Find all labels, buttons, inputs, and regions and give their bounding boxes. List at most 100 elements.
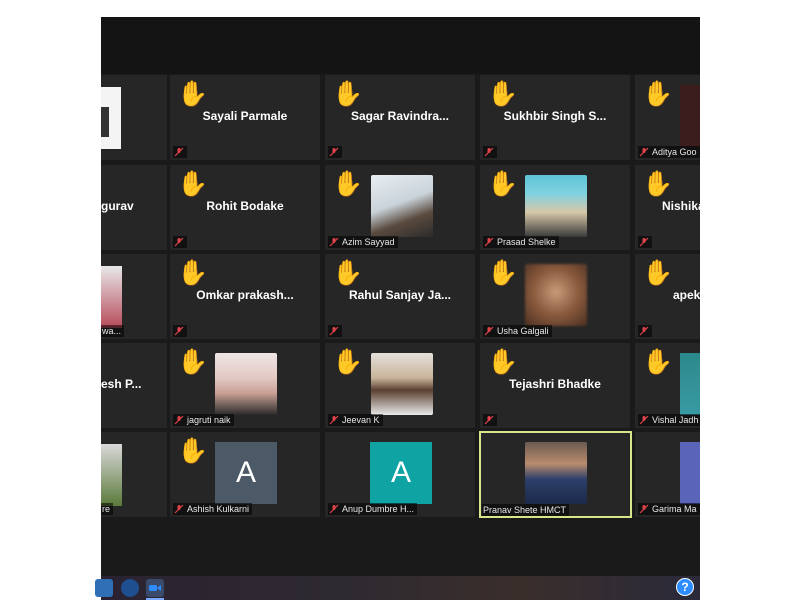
mic-muted-icon bbox=[329, 147, 339, 157]
participant-tile[interactable]: ✋ Sagar Ravindra... bbox=[325, 75, 475, 160]
participant-video bbox=[101, 87, 121, 149]
participant-video bbox=[215, 353, 277, 415]
name-label: Usha Galgali bbox=[483, 325, 552, 337]
participant-name: Sagar Ravindra... bbox=[350, 109, 450, 123]
name-label: Ashish Kulkarni bbox=[173, 503, 253, 515]
participant-video bbox=[371, 353, 433, 415]
mic-muted-icon bbox=[484, 147, 494, 157]
mic-muted-icon bbox=[484, 415, 494, 425]
raise-hand-icon: ✋ bbox=[642, 79, 674, 108]
raise-hand-icon: ✋ bbox=[177, 436, 209, 465]
participant-tile[interactable]: ✋ apeks bbox=[635, 254, 700, 339]
participant-name: esh P... bbox=[101, 377, 142, 391]
participant-tile[interactable]: ✋ Usha Galgali bbox=[480, 254, 630, 339]
participant-name: Pranav Shete HMCT bbox=[483, 505, 567, 515]
mic-muted-icon bbox=[639, 147, 649, 157]
participant-tile-active-speaker[interactable]: Pranav Shete HMCT bbox=[479, 431, 632, 518]
participant-tile[interactable]: ✋ Aditya Goo bbox=[635, 75, 700, 160]
participant-tile[interactable]: esh P... bbox=[101, 343, 167, 428]
participant-name: apeks bbox=[673, 288, 700, 302]
name-label: Pranav Shete HMCT bbox=[482, 504, 570, 516]
raise-hand-icon: ✋ bbox=[177, 258, 209, 287]
participant-tile[interactable]: ✋ Rohit Bodake bbox=[170, 165, 320, 250]
participant-video bbox=[525, 442, 587, 504]
name-label bbox=[638, 325, 652, 337]
mic-muted-icon bbox=[639, 415, 649, 425]
participant-name: Omkar prakash... bbox=[196, 288, 294, 302]
raise-hand-icon: ✋ bbox=[642, 169, 674, 198]
participant-tile[interactable]: ✋ Prasad Shelke bbox=[480, 165, 630, 250]
raise-hand-icon: ✋ bbox=[332, 258, 364, 287]
taskbar-app-icon[interactable] bbox=[121, 579, 139, 597]
help-icon[interactable]: ? bbox=[676, 578, 694, 596]
participant-name: Tejashri Bhadke bbox=[509, 377, 601, 391]
participant-tile[interactable]: ✋ Vishal Jadh bbox=[635, 343, 700, 428]
participant-video bbox=[525, 175, 587, 237]
participant-video bbox=[680, 85, 700, 147]
mic-muted-icon bbox=[174, 147, 184, 157]
zoom-app-icon[interactable] bbox=[146, 579, 164, 597]
participant-tile[interactable]: re bbox=[101, 432, 167, 517]
participant-tile[interactable]: ✋ Sukhbir Singh S... bbox=[480, 75, 630, 160]
avatar bbox=[680, 442, 700, 504]
participant-tile[interactable] bbox=[101, 75, 167, 160]
mic-muted-icon bbox=[174, 237, 184, 247]
raise-hand-icon: ✋ bbox=[177, 347, 209, 376]
mic-muted-icon bbox=[639, 504, 649, 514]
name-label: wa... bbox=[101, 325, 125, 337]
participant-name: Anup Dumbre H... bbox=[342, 504, 415, 514]
raise-hand-icon: ✋ bbox=[487, 347, 519, 376]
raise-hand-icon: ✋ bbox=[177, 79, 209, 108]
mic-muted-icon bbox=[329, 237, 339, 247]
participant-tile[interactable]: ✋ Tejashri Bhadke bbox=[480, 343, 630, 428]
name-label bbox=[173, 236, 187, 248]
participant-tile[interactable]: wa... bbox=[101, 254, 167, 339]
participant-name: Aditya Goo bbox=[652, 147, 697, 157]
participant-name: Sayali Parmale bbox=[202, 109, 288, 123]
participant-name: Garima Ma bbox=[652, 504, 697, 514]
participant-tile[interactable]: ✋ Jeevan K bbox=[325, 343, 475, 428]
participant-name: Rohit Bodake bbox=[206, 199, 284, 213]
name-label bbox=[173, 325, 187, 337]
raise-hand-icon: ✋ bbox=[332, 347, 364, 376]
raise-hand-icon: ✋ bbox=[642, 258, 674, 287]
raise-hand-icon: ✋ bbox=[487, 169, 519, 198]
participant-video bbox=[680, 353, 700, 415]
name-label: Garima Ma bbox=[638, 503, 700, 515]
mic-muted-icon bbox=[174, 326, 184, 336]
participant-tile[interactable]: ✋ Rahul Sanjay Ja... bbox=[325, 254, 475, 339]
name-label bbox=[483, 414, 497, 426]
participant-tile[interactable]: ✋ jagruti naik bbox=[170, 343, 320, 428]
mic-muted-icon bbox=[174, 504, 184, 514]
participant-tile[interactable]: ✋ Omkar prakash... bbox=[170, 254, 320, 339]
mic-muted-icon bbox=[484, 237, 494, 247]
taskbar-app-icon[interactable] bbox=[95, 579, 113, 597]
meeting-window: ✋ Sayali Parmale ✋ Sagar Ravindra... ✋ S… bbox=[101, 17, 700, 577]
participant-name: Nishika bbox=[662, 199, 700, 213]
mic-muted-icon bbox=[329, 415, 339, 425]
participant-video bbox=[371, 175, 433, 237]
participant-name: wa... bbox=[102, 326, 122, 336]
name-label bbox=[328, 146, 342, 158]
name-label bbox=[328, 325, 342, 337]
name-label: Vishal Jadh bbox=[638, 414, 700, 426]
name-label: Azim Sayyad bbox=[328, 236, 398, 248]
participant-tile[interactable]: Garima Ma bbox=[635, 432, 700, 517]
participant-tile[interactable]: ✋ A Ashish Kulkarni bbox=[170, 432, 320, 517]
raise-hand-icon: ✋ bbox=[642, 347, 674, 376]
participant-video bbox=[101, 444, 122, 506]
participant-name: Sukhbir Singh S... bbox=[503, 109, 607, 123]
mic-muted-icon bbox=[174, 415, 184, 425]
participant-name: jagruti naik bbox=[187, 415, 231, 425]
participant-name: Prasad Shelke bbox=[497, 237, 556, 247]
raise-hand-icon: ✋ bbox=[487, 258, 519, 287]
participant-video bbox=[101, 266, 122, 328]
participant-tile[interactable]: ✋ Azim Sayyad bbox=[325, 165, 475, 250]
mic-muted-icon bbox=[329, 504, 339, 514]
participant-tile[interactable]: A Anup Dumbre H... bbox=[325, 432, 475, 517]
mic-muted-icon bbox=[329, 326, 339, 336]
participant-tile[interactable]: gurav bbox=[101, 165, 167, 250]
participant-tile[interactable]: ✋ Nishika bbox=[635, 165, 700, 250]
participant-name: Vishal Jadh bbox=[652, 415, 699, 425]
participant-tile[interactable]: ✋ Sayali Parmale bbox=[170, 75, 320, 160]
